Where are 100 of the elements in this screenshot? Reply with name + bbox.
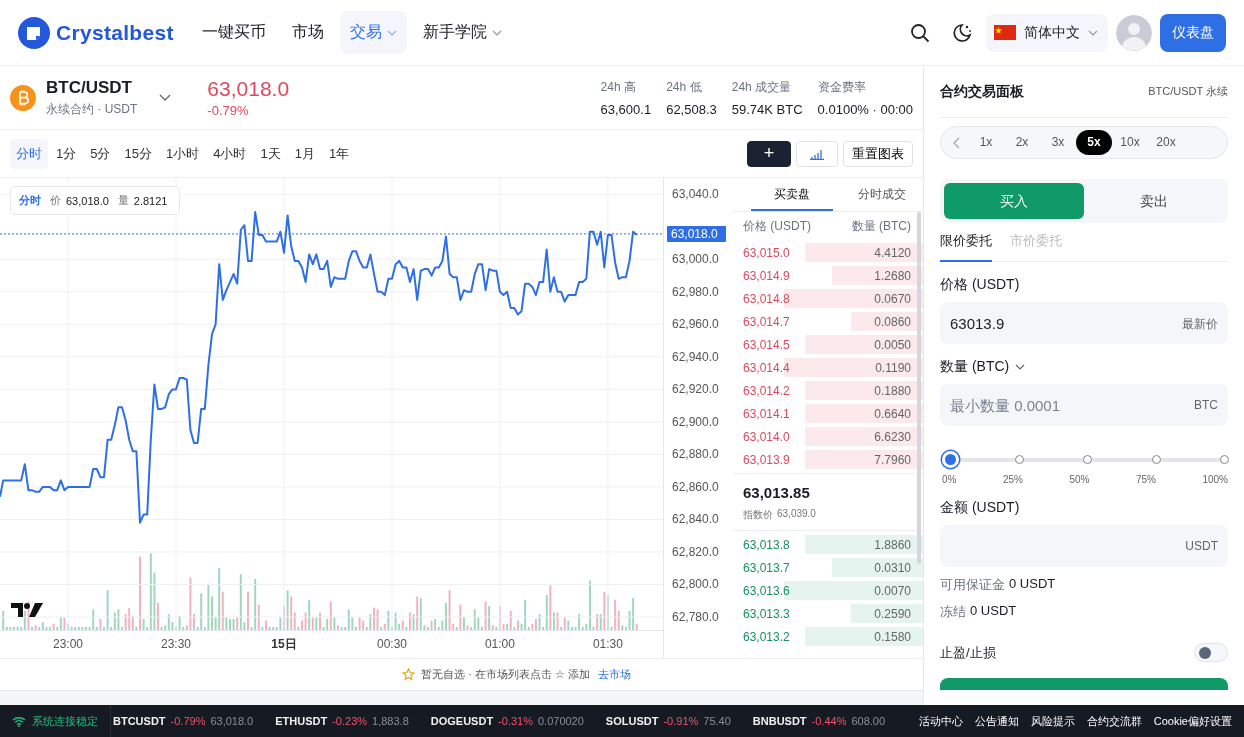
column-header: 数量 (BTC)	[851, 218, 911, 235]
nav-item[interactable]: 交易	[339, 11, 407, 54]
chevron-down-icon[interactable]	[159, 93, 172, 102]
interval-tab[interactable]: 1天	[254, 138, 287, 169]
nav-item[interactable]: 新手学院	[412, 11, 512, 54]
axis-label: 23:00	[53, 637, 84, 651]
axis-label: 01:30	[592, 637, 623, 651]
footer-link[interactable]: 合约交流群	[1086, 713, 1142, 729]
interval-tab[interactable]: 1年	[322, 138, 356, 169]
leverage-option[interactable]: 3x	[1040, 130, 1076, 155]
leverage-option[interactable]: 20x	[1148, 130, 1184, 155]
order-price: 63,014.7	[743, 314, 790, 329]
order-amount: 7.7960	[874, 452, 911, 467]
chevron-left-icon[interactable]	[953, 136, 960, 149]
leverage-option[interactable]: 5x	[1076, 130, 1112, 155]
axis-label: 00:30	[376, 637, 407, 651]
legend-label: 价	[50, 193, 61, 208]
axis-label: 62,860.0	[672, 479, 719, 494]
interval-tab[interactable]: 15分	[118, 138, 158, 169]
interval-tab[interactable]: 4小时	[207, 138, 253, 169]
order-amount: 0.0860	[874, 314, 911, 329]
axis-label: 62,960.0	[672, 317, 719, 332]
slider-thumb[interactable]	[942, 451, 959, 468]
field-suffix: 最新价	[1182, 316, 1218, 333]
toggle-switch[interactable]	[1194, 643, 1228, 662]
ticker-price: 608.00	[851, 715, 886, 727]
footer-link[interactable]: 活动中心	[918, 713, 963, 729]
search-icon[interactable]	[910, 22, 930, 43]
toggle-label: 止盈/止损	[940, 643, 996, 662]
order-book-tab[interactable]: 买卖盘	[751, 178, 833, 211]
slider-mark	[1220, 455, 1229, 464]
order-amount: 1.8860	[874, 537, 911, 552]
avatar-icon[interactable]	[1116, 14, 1152, 51]
interval-tab[interactable]: 1小时	[159, 138, 206, 169]
order-amount: 0.0070	[874, 583, 911, 598]
dashboard-button[interactable]: 仪表盘	[1160, 13, 1226, 52]
order-price: 63,013.9	[743, 452, 790, 467]
order-book-tab[interactable]: 分时成交	[841, 178, 923, 211]
stat-label: 24h 低	[666, 78, 703, 96]
logo-text: Crystalbest	[56, 20, 174, 45]
reset-chart-button[interactable]: 重置图表	[843, 140, 913, 167]
axis-label: 62,880.0	[672, 447, 719, 462]
slider-label: 0%	[942, 474, 957, 485]
order-amount: 1.2680	[874, 268, 911, 283]
stat-value: 62,508.3	[666, 101, 717, 117]
nav-item[interactable]: 一键买币	[191, 11, 276, 54]
footer-link[interactable]: Cookie偏好设置	[1153, 713, 1232, 729]
ticker-symbol[interactable]: BNBUSDT	[752, 715, 807, 727]
footer-link[interactable]: 风险提示	[1030, 713, 1075, 729]
hint-text: 暂无自选 · 在市场列表点击 ☆ 添加	[421, 667, 590, 682]
pair-subtitle: 永续合约 · USDT	[46, 100, 138, 118]
interval-tab[interactable]: 1月	[288, 138, 321, 169]
legend-mode: 分时	[19, 193, 41, 208]
ticker-symbol[interactable]: SOLUSDT	[605, 715, 659, 727]
legend-value: 2.8121	[133, 194, 168, 207]
axis-label: 62,980.0	[672, 284, 719, 299]
axis-label: 62,900.0	[672, 414, 719, 429]
stat-value: 63,600.1	[600, 101, 652, 117]
current-price-tag: 63,018.0	[667, 225, 726, 242]
order-price: 63,014.0	[743, 429, 790, 444]
interval-tab[interactable]: 1分	[50, 138, 83, 169]
axis-label: 01:00	[484, 637, 515, 651]
connection-status: 系统连接稳定	[32, 713, 98, 729]
indicator-button[interactable]	[796, 140, 838, 167]
order-amount: 0.2590	[874, 606, 911, 621]
axis-label: 62,940.0	[672, 349, 719, 364]
ticker-symbol[interactable]: ETHUSDT	[275, 715, 328, 727]
moon-icon[interactable]	[950, 21, 972, 44]
balance-value: 0 USDT	[970, 603, 1017, 620]
ticker-price: 63,018.0	[210, 715, 254, 727]
mid-price: 63,013.85	[743, 484, 811, 501]
star-icon	[402, 668, 416, 681]
axis-label: 62,800.0	[672, 577, 719, 592]
ticker-change: -0.23%	[332, 715, 368, 727]
slider-label: 75%	[1135, 474, 1156, 485]
ticker-symbol[interactable]: BTCUSDT	[113, 715, 166, 727]
order-price: 63,014.2	[743, 383, 790, 398]
footer-link[interactable]: 公告通知	[974, 713, 1019, 729]
side-tab[interactable]: 卖出	[1084, 183, 1224, 219]
balance-value: 0 USDT	[1009, 576, 1056, 593]
field-label: 数量 (BTC)	[940, 358, 1010, 376]
leverage-option[interactable]: 2x	[1004, 130, 1040, 155]
side-tab[interactable]: 买入	[944, 183, 1084, 219]
order-price: 63,014.5	[743, 337, 790, 352]
market-link[interactable]: 去市场	[597, 667, 631, 682]
add-button[interactable]: +	[747, 140, 791, 167]
order-price: 63,015.0	[743, 245, 790, 260]
scrollbar[interactable]	[917, 212, 921, 564]
slider[interactable]: 0% 25% 50% 75% 100%	[940, 450, 1228, 485]
leverage-option[interactable]: 10x	[1112, 130, 1148, 155]
nav-item[interactable]: 市场	[281, 11, 334, 54]
ticker-symbol[interactable]: DOGEUSDT	[430, 715, 494, 727]
leverage-option[interactable]: 1x	[968, 130, 1004, 155]
interval-tab[interactable]: 5分	[84, 138, 117, 169]
stat-label: 24h 高	[600, 78, 637, 96]
order-amount: 0.1580	[874, 629, 911, 644]
interval-tab[interactable]: 分时	[10, 138, 48, 169]
pair-label: BTC/USDT 永续	[1148, 84, 1228, 99]
language-selector[interactable]: 简体中文	[986, 13, 1108, 52]
order-type-tab[interactable]: 限价委托	[940, 225, 992, 262]
